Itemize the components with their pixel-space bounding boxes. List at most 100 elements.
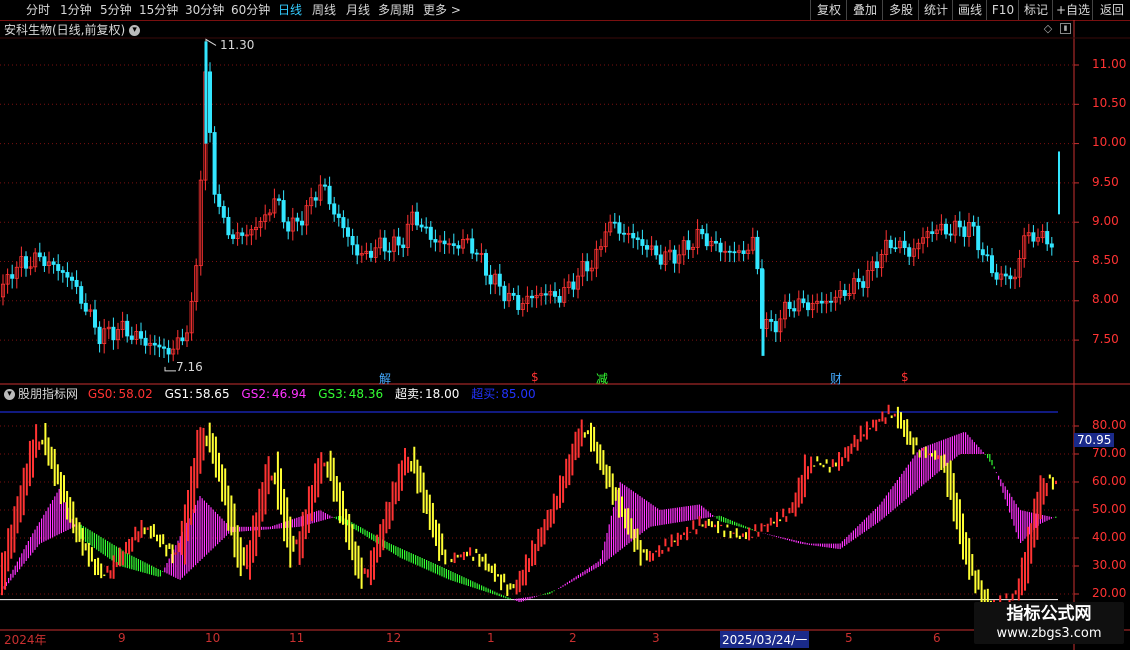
chart-canvas [0,20,1130,650]
candle-body [341,217,346,229]
candle-body [51,261,56,265]
candle-body [930,231,935,234]
candle-body [138,331,143,339]
candle-body [56,264,61,271]
candle-body [221,206,226,218]
marker-cai[interactable]: 财 [830,370,842,387]
candle-body [645,245,650,250]
candle-body [571,281,576,290]
indicator-axis-label: 80.00 [1092,418,1127,432]
marker-dollar-2[interactable]: $ [901,370,909,384]
candle-body [456,245,461,249]
candle-body [654,245,659,256]
x-axis-label: 10 [205,631,221,645]
marker-dollar-1[interactable]: $ [531,370,539,384]
candle-body [299,220,304,226]
candle-body [350,235,355,246]
candle-body [161,346,166,349]
chart-frame [0,20,1130,650]
indicator-title: ▾ 股朋指标网 GS0: 58.02 GS1: 58.65 GS2: 46.94 GS3… [4,386,538,402]
gs0-value: 58.02 [118,387,153,401]
candle-body [37,252,42,258]
candle-body [553,291,558,297]
indicator-current-value: 70.95 [1074,433,1115,447]
candle-body [295,217,300,222]
grid-lines [0,64,1079,601]
candle-body [217,193,222,207]
price-axis-label: 10.00 [1092,135,1127,149]
x-axis-label: 11 [289,631,305,645]
candle-body [336,213,341,218]
candle-body [842,290,847,296]
indicator-axis-label: 60.00 [1092,474,1127,488]
candle-body [994,272,999,280]
candle-body [470,238,475,254]
candle-body [419,224,424,228]
candle-body [345,227,350,237]
candle-body [396,236,401,246]
gs2-label: GS2: [241,387,270,401]
candle-body [286,221,291,232]
candle-body [893,247,898,250]
x-axis-label: 6 [933,631,941,645]
candle-body [74,279,79,287]
price-axis-label: 9.00 [1092,214,1119,228]
indicator-name: 股朋指标网 [18,387,79,401]
candle-body [322,184,327,187]
candle-body [957,220,962,228]
candle-body [585,261,590,272]
x-axis-label: 2 [569,631,577,645]
candle-body [488,274,493,285]
price-axis-label: 11.00 [1092,57,1127,71]
chevron-down-icon[interactable]: ▾ [129,25,141,36]
candle-body [557,296,562,303]
candle-body [276,198,281,201]
candle-body [240,232,245,236]
candle-body [442,240,447,245]
candle-body [424,226,429,229]
candle-body [368,250,373,258]
candle-body [332,203,337,215]
high-price-label: 11.30 [220,38,255,52]
candle-body [704,233,709,247]
candle-body [65,272,70,278]
candle-body [543,293,548,296]
candle-body [60,270,65,273]
candle-body [451,243,456,246]
candle-body [985,254,990,257]
candle-body [414,211,419,226]
candle-body [829,300,834,303]
candle-body [714,240,719,244]
chevron-down-icon[interactable]: ▾ [4,389,15,400]
candle-body [157,344,162,348]
low-marker-line [164,366,176,372]
watermark: 指标公式网 www.zbgs3.com [974,602,1124,644]
candle-body [327,185,332,205]
candle-body [497,273,502,287]
candle-body [1003,273,1008,277]
watermark-url: www.zbgs3.com [996,626,1102,641]
candle-body [971,222,976,227]
candle-body [1031,232,1036,242]
candle-body [42,256,47,267]
marker-jie[interactable]: 解 [379,370,391,387]
candle-body [622,232,627,235]
candle-body [856,278,861,283]
candle-body [700,228,705,235]
marker-jian[interactable]: 减 [596,370,608,387]
candle-body [962,226,967,237]
candle-body [792,308,797,312]
candle-body [355,244,360,256]
stock-title-text: 安科生物(日线,前复权) [4,23,126,37]
candle-body [281,200,286,223]
x-axis-label: 5 [845,631,853,645]
candle-body [980,249,985,256]
candle-body [755,236,760,270]
candle-body [152,342,157,346]
candle-body [483,253,488,276]
indicator-axis-label: 20.00 [1092,586,1127,600]
candle-body [902,240,907,249]
diamond-icon[interactable]: ◇ [1042,23,1054,35]
window-toggle-icon[interactable]: ▮ [1060,23,1071,34]
candle-body [612,221,617,224]
